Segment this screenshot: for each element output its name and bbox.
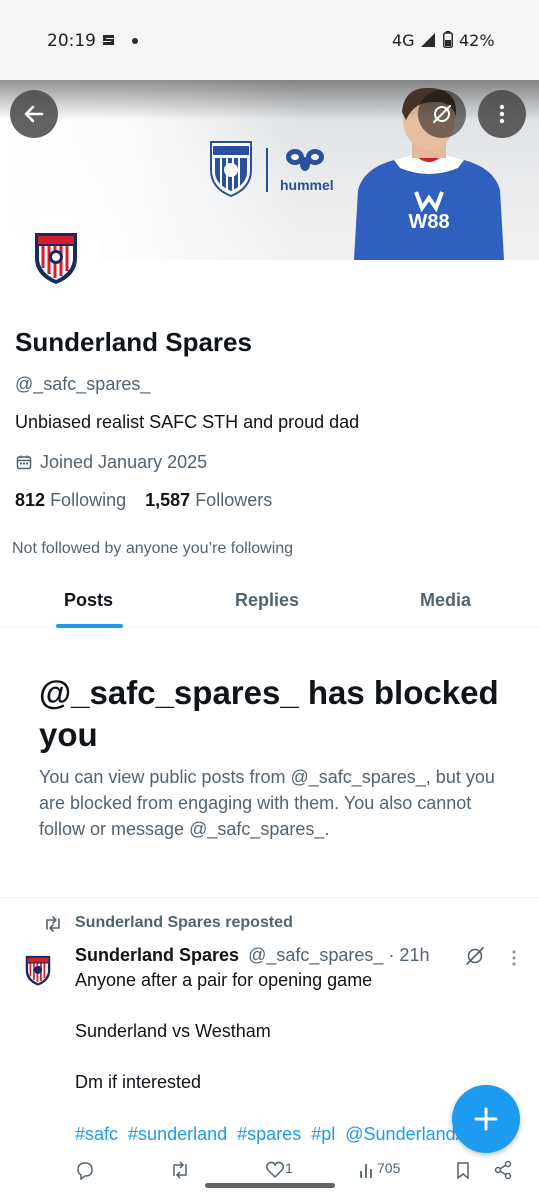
hashtag-link[interactable]: #sunderland [128, 1124, 227, 1144]
more-vertical-icon [499, 104, 505, 124]
bookmark-icon [457, 1162, 469, 1180]
profile-handle: @_safc_spares_ [15, 374, 151, 394]
compose-post-button[interactable] [452, 1085, 520, 1153]
calendar-icon [16, 455, 32, 470]
arrow-left-icon [24, 105, 44, 123]
followers-link[interactable]: 1,587 Followers [145, 490, 272, 511]
repost-label: Sunderland Spares reposted [75, 914, 293, 931]
views-icon [360, 1164, 372, 1178]
tab-replies[interactable]: Replies [235, 590, 299, 611]
blocked-title: @_safc_spares_ has blocked you [39, 674, 499, 753]
hummel-wordmark: hummel [280, 177, 334, 193]
signal-icon [421, 33, 435, 47]
gesture-home-bar[interactable] [205, 1183, 335, 1188]
post-author-handle[interactable]: @_safc_spares_ [248, 945, 383, 965]
followers-count: 1,587 [145, 490, 191, 510]
battery-icon [443, 31, 453, 48]
follow-stats: 812 Following 1,587 Followers [15, 490, 286, 511]
post-header: Sunderland Spares @_safc_spares_ · 21h [75, 945, 429, 966]
post-text-line-2: Sunderland vs Westham [75, 1021, 271, 1041]
repost-icon [46, 916, 60, 932]
sunderland-crest-logo [210, 141, 252, 198]
plus-icon [474, 1107, 498, 1131]
following-count: 812 [15, 490, 46, 510]
hashtag-link[interactable]: #spares [237, 1124, 301, 1144]
post-more-icon[interactable] [510, 950, 518, 966]
profile-name: Sunderland Spares [15, 327, 252, 357]
post-author-name[interactable]: Sunderland Spares [75, 945, 239, 965]
repost-button[interactable] [170, 1160, 190, 1180]
like-count: 1 [285, 1160, 293, 1176]
hashtag-link[interactable]: #pl [311, 1124, 335, 1144]
more-options-button[interactable] [478, 90, 526, 138]
repost-icon [173, 1161, 187, 1179]
post-text-line-3: Dm if interested [75, 1072, 202, 1092]
views-button[interactable]: 705 [357, 1160, 400, 1180]
section-divider [0, 897, 539, 898]
hashtag-link[interactable]: #safc [75, 1124, 118, 1144]
post-author-avatar[interactable] [22, 954, 54, 986]
safc-crest-avatar-icon [35, 233, 77, 284]
network-type: 4G [392, 31, 415, 50]
like-button[interactable]: 1 [265, 1160, 293, 1180]
grok-icon[interactable] [464, 946, 486, 966]
reply-button[interactable] [75, 1160, 95, 1180]
hummel-logo [286, 149, 324, 171]
svg-text:W88: W88 [408, 211, 449, 233]
grok-button[interactable] [418, 90, 466, 138]
tab-posts[interactable]: Posts [64, 590, 113, 611]
post-text-line-1: Anyone after a pair for opening game [75, 970, 373, 990]
notification-dot-icon [132, 38, 138, 44]
followers-label: Followers [195, 490, 273, 510]
share-icon [494, 1160, 512, 1180]
following-link[interactable]: 812 Following [15, 490, 126, 511]
view-count: 705 [377, 1160, 401, 1176]
status-time: 20:19 [47, 31, 96, 51]
safc-crest-avatar-icon [25, 955, 51, 986]
profile-bio: Unbiased realist SAFC STH and proud dad [15, 412, 360, 432]
heart-icon [265, 1161, 285, 1179]
grok-icon [432, 104, 452, 124]
notification-s-icon [103, 35, 114, 45]
post-time[interactable]: · 21h [388, 945, 429, 965]
profile-avatar[interactable] [10, 212, 102, 304]
mutual-followers-note: Not followed by anyone you’re following [12, 540, 294, 557]
status-bar: 20:19 4G 42% [0, 0, 539, 80]
tab-selected-indicator [56, 624, 123, 628]
share-button[interactable] [493, 1160, 513, 1180]
tab-media[interactable]: Media [420, 590, 471, 611]
battery-percent: 42% [459, 31, 495, 50]
joined-date: Joined January 2025 [40, 452, 208, 472]
following-label: Following [50, 490, 127, 510]
post-action-bar: 1 705 [75, 1160, 515, 1180]
back-button[interactable] [10, 90, 58, 138]
blocked-description: You can view public posts from @_safc_sp… [39, 767, 495, 839]
profile-tabs: Posts Replies Media [0, 574, 539, 628]
reply-icon [77, 1162, 93, 1180]
post-hashtags: #safc #sunderland #spares #pl @Sunderlan… [75, 1124, 515, 1145]
bookmark-button[interactable] [453, 1160, 473, 1180]
